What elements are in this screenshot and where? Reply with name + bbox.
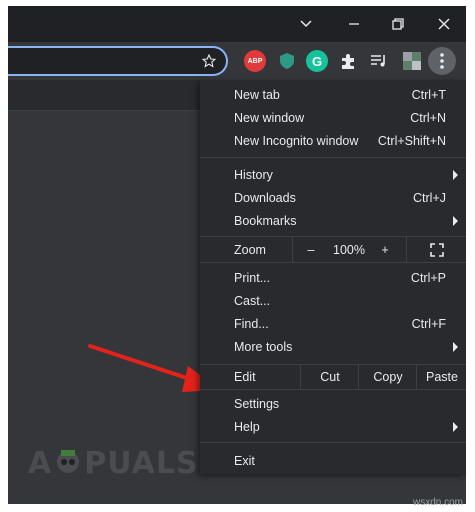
zoom-level: 100%	[333, 242, 365, 257]
menu-divider	[200, 157, 466, 158]
submenu-arrow-icon	[453, 170, 458, 180]
restore-icon	[392, 18, 404, 30]
menu-divider	[200, 389, 466, 390]
media-control-button[interactable]	[368, 50, 390, 72]
mascot-icon	[53, 447, 83, 477]
menu-item-help[interactable]: Help	[200, 416, 466, 438]
paste-button[interactable]: Paste	[416, 365, 466, 389]
menu-item-print[interactable]: Print... Ctrl+P	[200, 267, 466, 289]
submenu-arrow-icon	[453, 216, 458, 226]
more-vert-icon	[440, 53, 444, 69]
menu-row-edit: Edit Cut Copy Paste	[200, 365, 466, 389]
profile-avatar[interactable]	[401, 50, 423, 72]
watermark-text: wsxdn.com	[412, 497, 463, 508]
menu-item-find[interactable]: Find... Ctrl+F	[200, 313, 466, 335]
menu-item-new-tab[interactable]: New tab Ctrl+T	[200, 84, 466, 106]
chevron-down-icon	[300, 20, 312, 28]
zoom-out-button[interactable]: –	[292, 237, 329, 262]
submenu-arrow-icon	[453, 422, 458, 432]
menu-row-zoom: Zoom – 100% +	[200, 237, 466, 262]
extensions-button[interactable]	[337, 50, 359, 72]
fullscreen-icon	[430, 242, 444, 257]
title-bar	[8, 6, 466, 42]
star-icon[interactable]	[202, 54, 216, 68]
chrome-main-menu: New tab Ctrl+T New window Ctrl+N New Inc…	[200, 80, 466, 474]
menu-item-bookmarks[interactable]: Bookmarks	[200, 210, 466, 232]
submenu-arrow-icon	[453, 342, 458, 352]
menu-item-exit[interactable]: Exit	[200, 450, 466, 472]
address-bar[interactable]	[8, 46, 228, 76]
close-icon	[438, 18, 450, 30]
shield-icon	[280, 53, 294, 69]
shield-extension[interactable]	[276, 50, 298, 72]
browser-window: ABP G A PUALS New tab Ctrl+T New window …	[8, 6, 466, 504]
menu-item-downloads[interactable]: Downloads Ctrl+J	[200, 187, 466, 209]
restore-button[interactable]	[376, 10, 420, 38]
fullscreen-button[interactable]	[406, 237, 466, 262]
close-button[interactable]	[422, 10, 466, 38]
minimize-button[interactable]	[332, 10, 376, 38]
menu-item-history[interactable]: History	[200, 164, 466, 186]
grammarly-extension[interactable]: G	[306, 50, 328, 72]
adblock-extension[interactable]: ABP	[244, 50, 266, 72]
cut-button[interactable]: Cut	[300, 365, 359, 389]
zoom-in-button[interactable]: +	[370, 237, 400, 262]
minimize-icon	[349, 23, 359, 25]
puzzle-icon	[342, 54, 354, 69]
playlist-icon	[371, 55, 385, 67]
copy-button[interactable]: Copy	[358, 365, 417, 389]
menu-item-settings[interactable]: Settings	[200, 393, 466, 415]
avatar-icon	[403, 52, 421, 70]
browser-toolbar: ABP G	[8, 42, 466, 80]
appuals-logo: A PUALS	[28, 446, 199, 481]
menu-item-new-incognito-window[interactable]: New Incognito window Ctrl+Shift+N	[200, 130, 466, 152]
menu-divider	[200, 442, 466, 443]
chrome-menu-button[interactable]	[428, 47, 456, 75]
tab-search-button[interactable]	[284, 10, 328, 38]
menu-item-new-window[interactable]: New window Ctrl+N	[200, 107, 466, 129]
menu-item-more-tools[interactable]: More tools	[200, 336, 466, 358]
menu-divider	[200, 262, 466, 263]
menu-item-cast[interactable]: Cast...	[200, 290, 466, 312]
